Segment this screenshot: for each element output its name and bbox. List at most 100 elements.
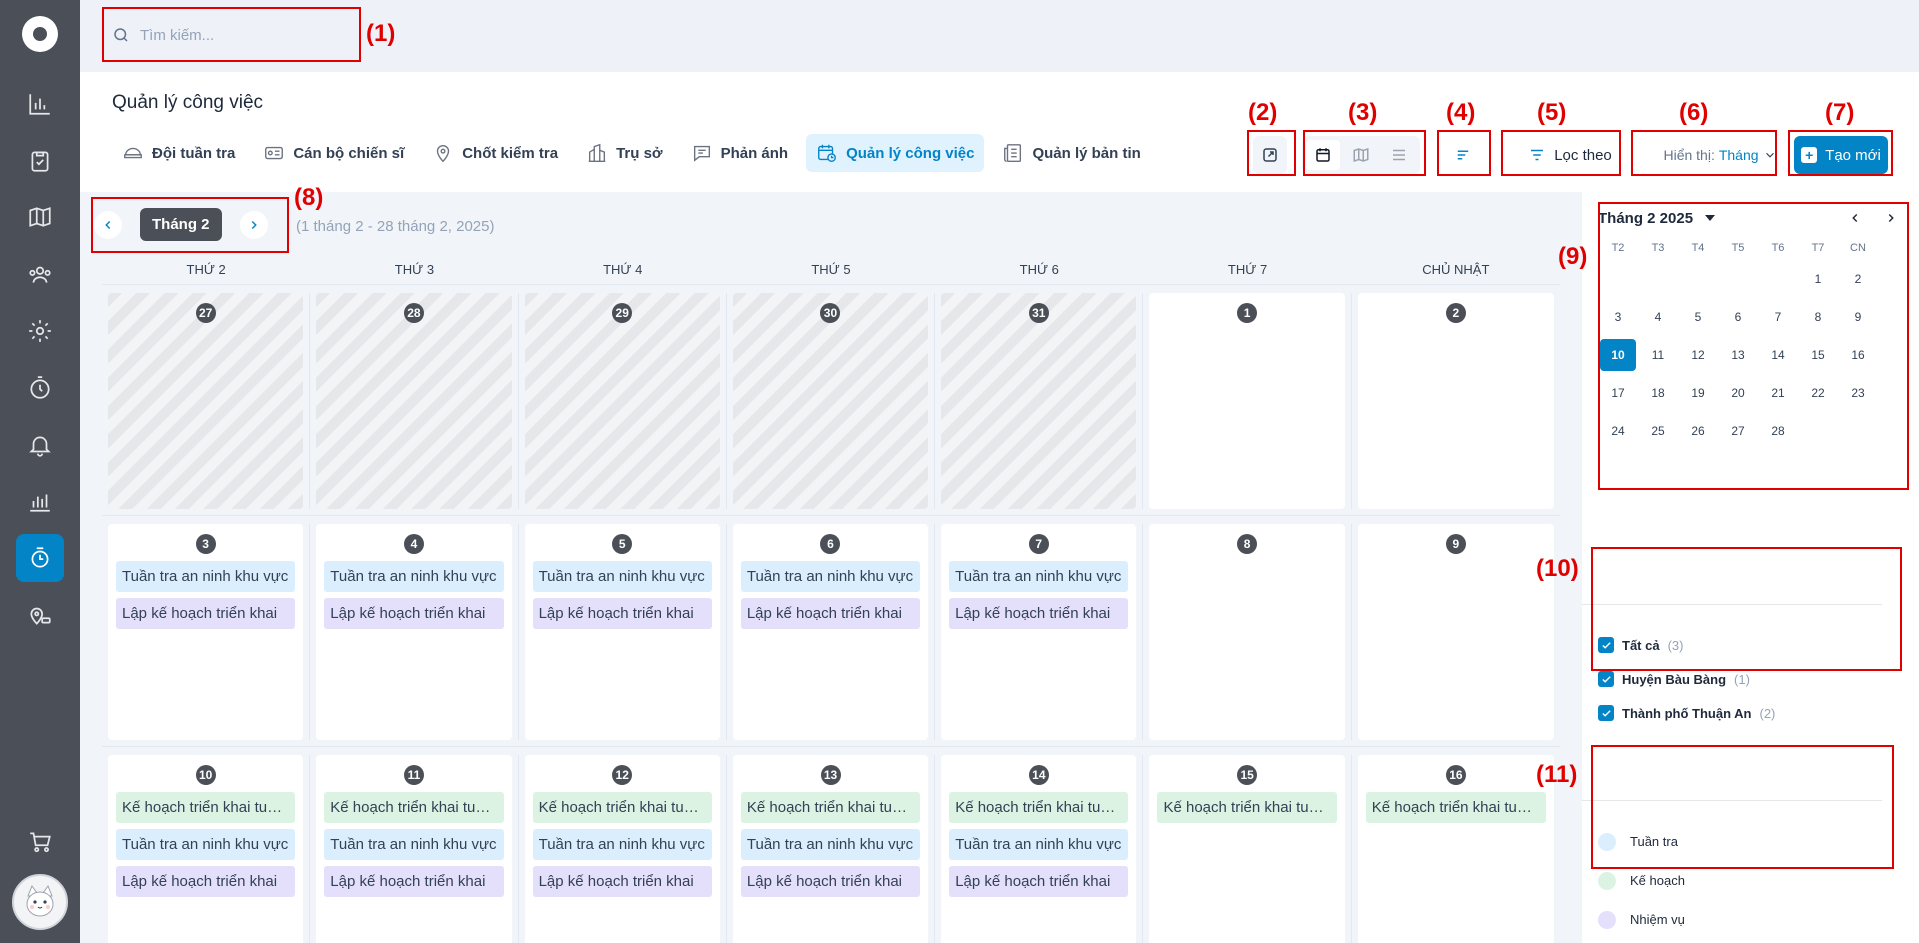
tab-doi-tuan-tra[interactable]: Đội tuần tra <box>112 134 245 172</box>
calendar-day-cell[interactable]: 8 <box>1143 524 1352 740</box>
calendar-day-cell[interactable]: 7 Tuần tra an ninh khu vực Lập kế hoạch tr… <box>935 524 1144 740</box>
caret-down-icon[interactable] <box>1705 215 1716 221</box>
filter-checkbox-item[interactable]: Huyện Bàu Bàng (1) <box>1598 662 1775 696</box>
event-item-patrol[interactable]: Tuần tra an ninh khu vực <box>324 561 504 592</box>
location-car-icon[interactable] <box>20 595 60 635</box>
calendar-view-button[interactable] <box>1306 140 1340 170</box>
sort-button[interactable] <box>1441 136 1485 174</box>
prev-month-button[interactable] <box>94 210 122 239</box>
event-item-task[interactable]: Lập kế hoạch triển khai <box>116 598 296 629</box>
mini-day[interactable]: 19 <box>1678 377 1718 409</box>
event-item-patrol[interactable]: Tuần tra an ninh khu vực <box>740 829 921 860</box>
mini-day[interactable]: 7 <box>1758 301 1798 333</box>
bell-icon[interactable] <box>20 425 60 465</box>
mini-day[interactable]: 1 <box>1798 263 1838 295</box>
mini-day[interactable]: 18 <box>1638 377 1678 409</box>
mini-day[interactable]: 25 <box>1638 415 1678 447</box>
mini-day[interactable]: 15 <box>1798 339 1838 371</box>
mini-day[interactable]: 28 <box>1758 415 1798 447</box>
event-item-plan[interactable]: Kế hoạch triển khai tuần tra <box>740 792 921 823</box>
mini-day[interactable]: 4 <box>1638 301 1678 333</box>
mini-day[interactable]: 24 <box>1598 415 1638 447</box>
clipboard-check-icon[interactable] <box>20 141 60 181</box>
checkbox[interactable] <box>1598 637 1614 653</box>
calendar-day-cell[interactable]: 29 <box>519 293 727 509</box>
mini-day[interactable]: 11 <box>1638 339 1678 371</box>
mini-day[interactable]: 6 <box>1718 301 1758 333</box>
tab-chot-kiem-tra[interactable]: Chốt kiểm tra <box>422 134 568 172</box>
search-input[interactable] <box>140 26 280 44</box>
calendar-day-cell[interactable]: 2 <box>1352 293 1560 509</box>
event-item-plan[interactable]: Kế hoạch triển khai tuần tra <box>1157 792 1337 823</box>
mini-day[interactable]: 21 <box>1758 377 1798 409</box>
list-view-button[interactable] <box>1382 140 1416 170</box>
filter-button[interactable]: Lọc theo <box>1510 136 1630 174</box>
checkbox[interactable] <box>1598 671 1614 687</box>
bar-chart-icon[interactable] <box>20 84 60 124</box>
calendar-day-cell[interactable]: 31 <box>935 293 1144 509</box>
calendar-day-cell[interactable]: 30 <box>727 293 936 509</box>
filter-checkbox-item[interactable]: Thành phố Thuận An (2) <box>1598 696 1775 730</box>
calendar-day-cell[interactable]: 9 <box>1352 524 1560 740</box>
event-item-plan[interactable]: Kế hoạch triển khai tuần tra <box>949 792 1129 823</box>
map-view-button[interactable] <box>1344 140 1378 170</box>
tab-can-bo-chien-si[interactable]: Cán bộ chiến sĩ <box>253 134 414 172</box>
tab-quan-ly-ban-tin[interactable]: Quản lý bản tin <box>992 134 1150 172</box>
event-item-task[interactable]: Lập kế hoạch triển khai <box>324 866 504 897</box>
calendar-day-cell[interactable]: 27 <box>102 293 311 509</box>
event-item-task[interactable]: Lập kế hoạch triển khai <box>116 866 296 897</box>
mini-day[interactable]: 26 <box>1678 415 1718 447</box>
event-item-patrol[interactable]: Tuần tra an ninh khu vực <box>949 561 1129 592</box>
calendar-day-cell[interactable]: 12 Kế hoạch triển khai tuần tra Tuần tra a… <box>519 755 727 943</box>
cart-icon[interactable] <box>20 822 60 862</box>
calendar-day-cell[interactable]: 5 Tuần tra an ninh khu vực Lập kế hoạch tr… <box>519 524 727 740</box>
chevron-left-icon[interactable] <box>1848 211 1862 225</box>
calendar-day-cell[interactable]: 6 Tuần tra an ninh khu vực Lập kế hoạch tr… <box>727 524 936 740</box>
mini-day[interactable]: 9 <box>1838 301 1878 333</box>
calendar-day-cell[interactable]: 4 Tuần tra an ninh khu vực Lập kế hoạch tr… <box>310 524 519 740</box>
map-pin-icon[interactable] <box>20 197 60 237</box>
mini-day[interactable]: 12 <box>1678 339 1718 371</box>
checkbox[interactable] <box>1598 705 1614 721</box>
search-box[interactable] <box>102 15 288 55</box>
filter-checkbox-item[interactable]: Tất cả (3) <box>1598 628 1775 662</box>
event-item-patrol[interactable]: Tuần tra an ninh khu vực <box>949 829 1129 860</box>
mini-day[interactable]: 3 <box>1598 301 1638 333</box>
tab-tru-so[interactable]: Trụ sở <box>576 134 673 172</box>
settings-icon[interactable] <box>20 311 60 351</box>
event-item-task[interactable]: Lập kế hoạch triển khai <box>532 598 712 629</box>
event-item-patrol[interactable]: Tuần tra an ninh khu vực <box>740 561 921 592</box>
event-item-plan[interactable]: Kế hoạch triển khai tuần tra <box>532 792 712 823</box>
calendar-day-cell[interactable]: 14 Kế hoạch triển khai tuần tra Tuần tra a… <box>935 755 1144 943</box>
event-item-patrol[interactable]: Tuần tra an ninh khu vực <box>532 561 712 592</box>
task-management-icon[interactable] <box>16 534 64 582</box>
calendar-day-cell[interactable]: 10 Kế hoạch triển khai tuần tra Tuần tra a… <box>102 755 311 943</box>
mini-day[interactable]: 20 <box>1718 377 1758 409</box>
calendar-day-cell[interactable]: 3 Tuần tra an ninh khu vực Lập kế hoạch tr… <box>102 524 311 740</box>
tab-phan-anh[interactable]: Phản ánh <box>681 134 799 172</box>
event-item-task[interactable]: Lập kế hoạch triển khai <box>532 866 712 897</box>
event-item-patrol[interactable]: Tuần tra an ninh khu vực <box>116 829 296 860</box>
share-button[interactable] <box>1253 136 1287 174</box>
event-item-task[interactable]: Lập kế hoạch triển khai <box>740 598 921 629</box>
calendar-day-cell[interactable]: 15 Kế hoạch triển khai tuần tra <box>1143 755 1352 943</box>
chevron-right-icon[interactable] <box>1884 211 1898 225</box>
current-month-label[interactable]: Tháng 2 <box>140 208 222 241</box>
calendar-day-cell[interactable]: 11 Kế hoạch triển khai tuần tra Tuần tra a… <box>310 755 519 943</box>
mini-day[interactable]: 22 <box>1798 377 1838 409</box>
tab-quan-ly-cong-viec[interactable]: Quản lý công việc <box>806 134 985 172</box>
calendar-day-cell[interactable]: 16 Kế hoạch triển khai tuần tra <box>1352 755 1560 943</box>
mini-day-selected[interactable]: 10 <box>1600 339 1636 371</box>
timer-icon[interactable] <box>20 368 60 408</box>
create-button[interactable]: + Tạo mới <box>1794 136 1888 174</box>
event-item-plan[interactable]: Kế hoạch triển khai tuần tra <box>1365 792 1546 823</box>
event-item-plan[interactable]: Kế hoạch triển khai tuần tra <box>324 792 504 823</box>
mini-day[interactable]: 27 <box>1718 415 1758 447</box>
stats-icon[interactable] <box>20 481 60 521</box>
mini-day[interactable]: 23 <box>1838 377 1878 409</box>
mini-day[interactable]: 5 <box>1678 301 1718 333</box>
event-item-plan[interactable]: Kế hoạch triển khai tuần tra <box>116 792 296 823</box>
mini-day[interactable]: 14 <box>1758 339 1798 371</box>
team-icon[interactable] <box>20 254 60 294</box>
mini-day[interactable]: 8 <box>1798 301 1838 333</box>
